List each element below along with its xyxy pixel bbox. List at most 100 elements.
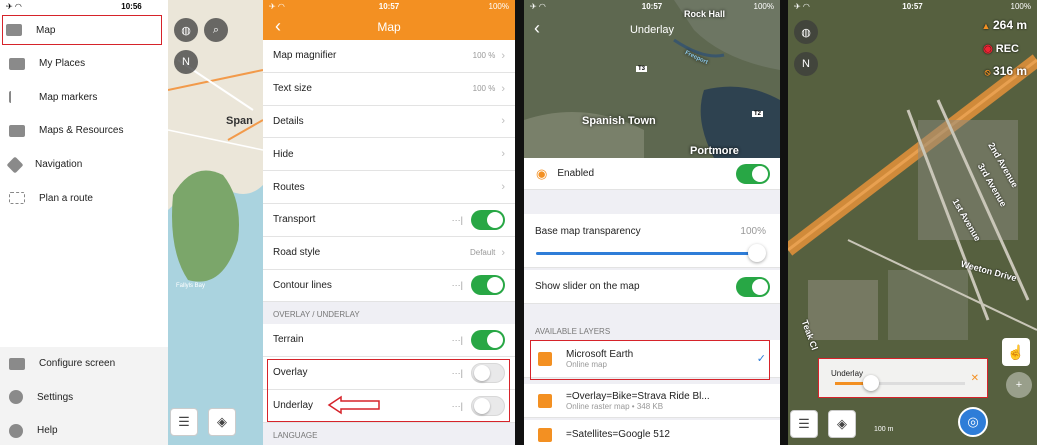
- row-enabled[interactable]: ◉ Enabled: [524, 158, 780, 190]
- directions-button[interactable]: ◈: [828, 410, 856, 438]
- terrain-toggle[interactable]: [471, 329, 505, 350]
- menu-item-map-markers[interactable]: Map markers: [0, 81, 168, 115]
- menu-item-plan-route[interactable]: Plan a route: [0, 181, 168, 215]
- row-label: Details: [273, 115, 304, 127]
- signal-icon: ✈ ◠: [269, 2, 285, 11]
- distance-value: 316 m: [992, 64, 1027, 78]
- layer-sub: Online raster map • 348 KB: [566, 401, 664, 411]
- menu-button[interactable]: ☰: [170, 408, 198, 436]
- show-slider-toggle[interactable]: [736, 276, 770, 297]
- row-label: Text size: [273, 83, 312, 95]
- row-terrain[interactable]: Terrain ···|: [263, 324, 515, 357]
- underlay-slider-panel: Underlay ✕: [818, 358, 988, 398]
- map-label-town: Span: [226, 115, 253, 127]
- layer-item[interactable]: =Overlay=Bike=Strava Ride Bl... Online r…: [524, 384, 780, 418]
- transparency-block: Base map transparency 100%: [524, 214, 780, 268]
- help-icon: [9, 423, 23, 438]
- nav-bar: ✈ ◠ 10:57 100% ‹ Map: [263, 0, 515, 45]
- distance-readout: ⦸ 316 m: [985, 64, 1027, 78]
- status-time: 10:57: [902, 2, 923, 11]
- more-icon[interactable]: ···|: [452, 215, 463, 225]
- rec-label: REC: [995, 43, 1019, 55]
- slider-fill: [536, 252, 758, 255]
- menu-item-my-places[interactable]: My Places: [0, 47, 168, 81]
- section-language: LANGUAGE: [273, 431, 318, 440]
- underlay-slider[interactable]: [835, 375, 965, 391]
- battery-label: 100%: [1010, 2, 1031, 11]
- layer-item[interactable]: =Satellites=Google 512: [524, 420, 780, 445]
- page-title: Underlay: [629, 24, 675, 36]
- row-transport[interactable]: Transport ···|: [263, 204, 515, 237]
- more-icon[interactable]: ···|: [452, 335, 463, 345]
- row-label: Map magnifier: [273, 50, 337, 62]
- row-label: Terrain: [273, 334, 304, 346]
- altitude-value: 264 m: [992, 18, 1027, 32]
- row-road-style[interactable]: Road style Default ›: [263, 236, 515, 270]
- globe-button[interactable]: ◍: [794, 20, 818, 44]
- row-label: Contour lines: [273, 279, 332, 291]
- chevron-right-icon: ›: [501, 49, 505, 62]
- contour-toggle[interactable]: [471, 275, 505, 296]
- map-background[interactable]: ◍ ⌕ N Span Fallyls Bay ☰ ◈: [167, 0, 263, 445]
- transport-toggle[interactable]: [471, 209, 505, 230]
- zoom-in-button[interactable]: +: [1006, 372, 1032, 398]
- star-icon: [9, 57, 25, 70]
- row-contour-lines[interactable]: Contour lines ···|: [263, 269, 515, 303]
- chevron-right-icon: ›: [501, 246, 505, 259]
- map-label-portmore: Portmore: [690, 145, 739, 157]
- status-time: 10:56: [121, 2, 142, 11]
- row-hide[interactable]: Hide ›: [263, 138, 515, 172]
- row-map-magnifier[interactable]: Map magnifier 100 % ›: [263, 40, 515, 73]
- compass-button[interactable]: N: [794, 52, 818, 76]
- row-label: Routes: [273, 181, 305, 193]
- more-icon[interactable]: ···|: [452, 280, 463, 290]
- hand-pointer-icon[interactable]: ☝: [1002, 338, 1030, 366]
- close-icon[interactable]: ✕: [971, 373, 979, 384]
- directions-button[interactable]: ◈: [208, 408, 236, 436]
- transparency-label: Base map transparency: [535, 226, 641, 237]
- underlay-slider-label: Underlay: [831, 369, 864, 378]
- record-icon: ◉: [983, 43, 996, 55]
- menu-item-map[interactable]: Map: [2, 15, 162, 45]
- layer-name: =Satellites=Google 512: [566, 429, 670, 440]
- layers-icon: [6, 24, 22, 36]
- transparency-slider[interactable]: [536, 244, 766, 262]
- screen-map-underlay[interactable]: ✈ ◠ 10:57 100% ◍ N ▲ 264 m ◉ REC ⦸ 316 m…: [788, 0, 1037, 445]
- signal-icon: ✈ ◠: [530, 2, 546, 11]
- configure-icon: [9, 357, 25, 370]
- menu-item-configure-screen[interactable]: Configure screen: [0, 347, 168, 381]
- slider-knob[interactable]: [748, 244, 766, 262]
- section-available-layers: AVAILABLE LAYERS: [535, 327, 611, 336]
- status-bar: ✈ ◠ 10:57 100%: [788, 0, 1037, 13]
- globe-button[interactable]: ◍: [174, 18, 198, 42]
- status-bar: ✈ ◠ 10:57 100%: [263, 0, 515, 13]
- status-bar: ✈ ◠ 10:57 100%: [524, 0, 780, 13]
- menu-button[interactable]: ☰: [790, 410, 818, 438]
- chevron-right-icon: ›: [501, 82, 505, 95]
- row-label: Road style: [273, 247, 321, 259]
- slider-knob[interactable]: [863, 375, 880, 391]
- map-layer-icon: [538, 427, 552, 442]
- search-button[interactable]: ⌕: [204, 18, 228, 42]
- row-text-size[interactable]: Text size 100 % ›: [263, 72, 515, 106]
- row-details[interactable]: Details ›: [263, 105, 515, 139]
- menu-item-settings[interactable]: Settings: [0, 381, 168, 415]
- arrow-left-icon: [327, 395, 380, 415]
- row-label: Transport: [273, 214, 316, 226]
- row-show-slider[interactable]: Show slider on the map: [524, 270, 780, 304]
- highlight-box: [267, 359, 510, 422]
- row-routes[interactable]: Routes ›: [263, 171, 515, 204]
- compass-button[interactable]: N: [174, 50, 198, 74]
- menu-item-navigation[interactable]: Navigation: [0, 148, 168, 182]
- route-icon: [9, 192, 25, 205]
- badge-t3: T3: [636, 66, 648, 72]
- locate-me-button[interactable]: ◎: [958, 407, 988, 437]
- rec-indicator[interactable]: ◉ REC: [983, 42, 1019, 55]
- status-time: 10:57: [641, 2, 663, 11]
- menu-item-help[interactable]: Help: [0, 414, 168, 445]
- menu-item-maps-resources[interactable]: Maps & Resources: [0, 114, 168, 148]
- navigation-icon: [6, 156, 24, 174]
- eye-icon: ◉: [536, 165, 548, 181]
- enabled-toggle[interactable]: [736, 163, 770, 184]
- battery-label: 100%: [753, 2, 774, 11]
